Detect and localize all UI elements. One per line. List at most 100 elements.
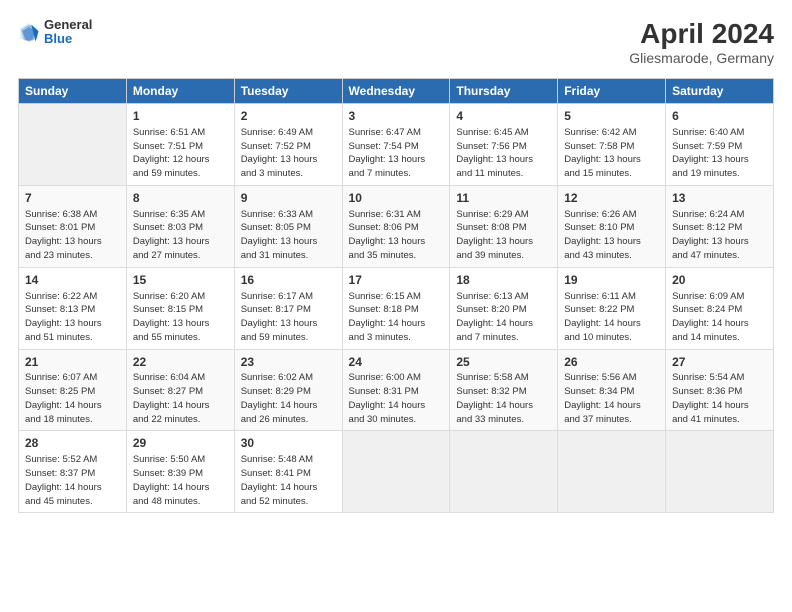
day-number: 8 [133, 190, 228, 207]
cell-info: Sunrise: 6:40 AM Sunset: 7:59 PM Dayligh… [672, 126, 767, 181]
logo: General Blue [18, 18, 92, 47]
logo-blue-text: Blue [44, 32, 92, 46]
cell-info: Sunrise: 6:13 AM Sunset: 8:20 PM Dayligh… [456, 290, 551, 345]
day-header-monday: Monday [126, 79, 234, 104]
cell-info: Sunrise: 5:56 AM Sunset: 8:34 PM Dayligh… [564, 371, 659, 426]
day-number: 18 [456, 272, 551, 289]
day-number: 22 [133, 354, 228, 371]
calendar-cell: 9Sunrise: 6:33 AM Sunset: 8:05 PM Daylig… [234, 185, 342, 267]
day-number: 16 [241, 272, 336, 289]
calendar-cell: 3Sunrise: 6:47 AM Sunset: 7:54 PM Daylig… [342, 104, 450, 186]
cell-info: Sunrise: 6:33 AM Sunset: 8:05 PM Dayligh… [241, 208, 336, 263]
cell-info: Sunrise: 5:54 AM Sunset: 8:36 PM Dayligh… [672, 371, 767, 426]
calendar-cell: 23Sunrise: 6:02 AM Sunset: 8:29 PM Dayli… [234, 349, 342, 431]
page: General Blue April 2024 Gliesmarode, Ger… [0, 0, 792, 612]
week-row-1: 1Sunrise: 6:51 AM Sunset: 7:51 PM Daylig… [19, 104, 774, 186]
header: General Blue April 2024 Gliesmarode, Ger… [18, 18, 774, 66]
cell-info: Sunrise: 6:04 AM Sunset: 8:27 PM Dayligh… [133, 371, 228, 426]
day-number: 15 [133, 272, 228, 289]
day-number: 29 [133, 435, 228, 452]
calendar-cell [19, 104, 127, 186]
day-number: 4 [456, 108, 551, 125]
cell-info: Sunrise: 5:50 AM Sunset: 8:39 PM Dayligh… [133, 453, 228, 508]
day-number: 13 [672, 190, 767, 207]
calendar-cell: 21Sunrise: 6:07 AM Sunset: 8:25 PM Dayli… [19, 349, 127, 431]
calendar-cell: 24Sunrise: 6:00 AM Sunset: 8:31 PM Dayli… [342, 349, 450, 431]
day-number: 21 [25, 354, 120, 371]
day-number: 6 [672, 108, 767, 125]
cell-info: Sunrise: 6:11 AM Sunset: 8:22 PM Dayligh… [564, 290, 659, 345]
day-header-tuesday: Tuesday [234, 79, 342, 104]
cell-info: Sunrise: 6:09 AM Sunset: 8:24 PM Dayligh… [672, 290, 767, 345]
calendar-table: SundayMondayTuesdayWednesdayThursdayFrid… [18, 78, 774, 513]
calendar-cell: 20Sunrise: 6:09 AM Sunset: 8:24 PM Dayli… [666, 267, 774, 349]
calendar-cell: 27Sunrise: 5:54 AM Sunset: 8:36 PM Dayli… [666, 349, 774, 431]
calendar-cell: 1Sunrise: 6:51 AM Sunset: 7:51 PM Daylig… [126, 104, 234, 186]
day-number: 17 [349, 272, 444, 289]
day-number: 25 [456, 354, 551, 371]
calendar-cell: 14Sunrise: 6:22 AM Sunset: 8:13 PM Dayli… [19, 267, 127, 349]
calendar-cell: 2Sunrise: 6:49 AM Sunset: 7:52 PM Daylig… [234, 104, 342, 186]
calendar-cell: 6Sunrise: 6:40 AM Sunset: 7:59 PM Daylig… [666, 104, 774, 186]
header-row: SundayMondayTuesdayWednesdayThursdayFrid… [19, 79, 774, 104]
day-number: 14 [25, 272, 120, 289]
calendar-cell: 25Sunrise: 5:58 AM Sunset: 8:32 PM Dayli… [450, 349, 558, 431]
day-number: 27 [672, 354, 767, 371]
day-number: 7 [25, 190, 120, 207]
calendar-cell: 7Sunrise: 6:38 AM Sunset: 8:01 PM Daylig… [19, 185, 127, 267]
cell-info: Sunrise: 6:15 AM Sunset: 8:18 PM Dayligh… [349, 290, 444, 345]
calendar-cell: 26Sunrise: 5:56 AM Sunset: 8:34 PM Dayli… [558, 349, 666, 431]
logo-text: General Blue [44, 18, 92, 47]
cell-info: Sunrise: 6:26 AM Sunset: 8:10 PM Dayligh… [564, 208, 659, 263]
cell-info: Sunrise: 6:45 AM Sunset: 7:56 PM Dayligh… [456, 126, 551, 181]
day-number: 1 [133, 108, 228, 125]
cell-info: Sunrise: 6:20 AM Sunset: 8:15 PM Dayligh… [133, 290, 228, 345]
day-number: 10 [349, 190, 444, 207]
cell-info: Sunrise: 5:48 AM Sunset: 8:41 PM Dayligh… [241, 453, 336, 508]
day-number: 20 [672, 272, 767, 289]
calendar-cell [558, 431, 666, 513]
calendar-cell: 11Sunrise: 6:29 AM Sunset: 8:08 PM Dayli… [450, 185, 558, 267]
cell-info: Sunrise: 6:22 AM Sunset: 8:13 PM Dayligh… [25, 290, 120, 345]
calendar-cell: 29Sunrise: 5:50 AM Sunset: 8:39 PM Dayli… [126, 431, 234, 513]
calendar-cell: 13Sunrise: 6:24 AM Sunset: 8:12 PM Dayli… [666, 185, 774, 267]
calendar-cell: 17Sunrise: 6:15 AM Sunset: 8:18 PM Dayli… [342, 267, 450, 349]
calendar-cell: 19Sunrise: 6:11 AM Sunset: 8:22 PM Dayli… [558, 267, 666, 349]
day-number: 2 [241, 108, 336, 125]
logo-general-text: General [44, 18, 92, 32]
calendar-cell: 5Sunrise: 6:42 AM Sunset: 7:58 PM Daylig… [558, 104, 666, 186]
day-number: 5 [564, 108, 659, 125]
day-number: 23 [241, 354, 336, 371]
calendar-cell: 8Sunrise: 6:35 AM Sunset: 8:03 PM Daylig… [126, 185, 234, 267]
cell-info: Sunrise: 6:00 AM Sunset: 8:31 PM Dayligh… [349, 371, 444, 426]
cell-info: Sunrise: 6:29 AM Sunset: 8:08 PM Dayligh… [456, 208, 551, 263]
cell-info: Sunrise: 6:49 AM Sunset: 7:52 PM Dayligh… [241, 126, 336, 181]
calendar-cell: 16Sunrise: 6:17 AM Sunset: 8:17 PM Dayli… [234, 267, 342, 349]
calendar-cell: 28Sunrise: 5:52 AM Sunset: 8:37 PM Dayli… [19, 431, 127, 513]
calendar-cell [666, 431, 774, 513]
day-number: 11 [456, 190, 551, 207]
week-row-2: 7Sunrise: 6:38 AM Sunset: 8:01 PM Daylig… [19, 185, 774, 267]
day-number: 19 [564, 272, 659, 289]
calendar-cell: 18Sunrise: 6:13 AM Sunset: 8:20 PM Dayli… [450, 267, 558, 349]
main-title: April 2024 [629, 18, 774, 50]
cell-info: Sunrise: 5:52 AM Sunset: 8:37 PM Dayligh… [25, 453, 120, 508]
calendar-cell [342, 431, 450, 513]
calendar-cell: 22Sunrise: 6:04 AM Sunset: 8:27 PM Dayli… [126, 349, 234, 431]
day-number: 30 [241, 435, 336, 452]
cell-info: Sunrise: 6:31 AM Sunset: 8:06 PM Dayligh… [349, 208, 444, 263]
calendar-cell: 15Sunrise: 6:20 AM Sunset: 8:15 PM Dayli… [126, 267, 234, 349]
calendar-cell [450, 431, 558, 513]
subtitle: Gliesmarode, Germany [629, 50, 774, 66]
day-header-wednesday: Wednesday [342, 79, 450, 104]
cell-info: Sunrise: 6:51 AM Sunset: 7:51 PM Dayligh… [133, 126, 228, 181]
calendar-cell: 4Sunrise: 6:45 AM Sunset: 7:56 PM Daylig… [450, 104, 558, 186]
cell-info: Sunrise: 6:42 AM Sunset: 7:58 PM Dayligh… [564, 126, 659, 181]
day-header-friday: Friday [558, 79, 666, 104]
calendar-cell: 10Sunrise: 6:31 AM Sunset: 8:06 PM Dayli… [342, 185, 450, 267]
week-row-4: 21Sunrise: 6:07 AM Sunset: 8:25 PM Dayli… [19, 349, 774, 431]
cell-info: Sunrise: 6:47 AM Sunset: 7:54 PM Dayligh… [349, 126, 444, 181]
day-header-saturday: Saturday [666, 79, 774, 104]
day-number: 3 [349, 108, 444, 125]
title-block: April 2024 Gliesmarode, Germany [629, 18, 774, 66]
